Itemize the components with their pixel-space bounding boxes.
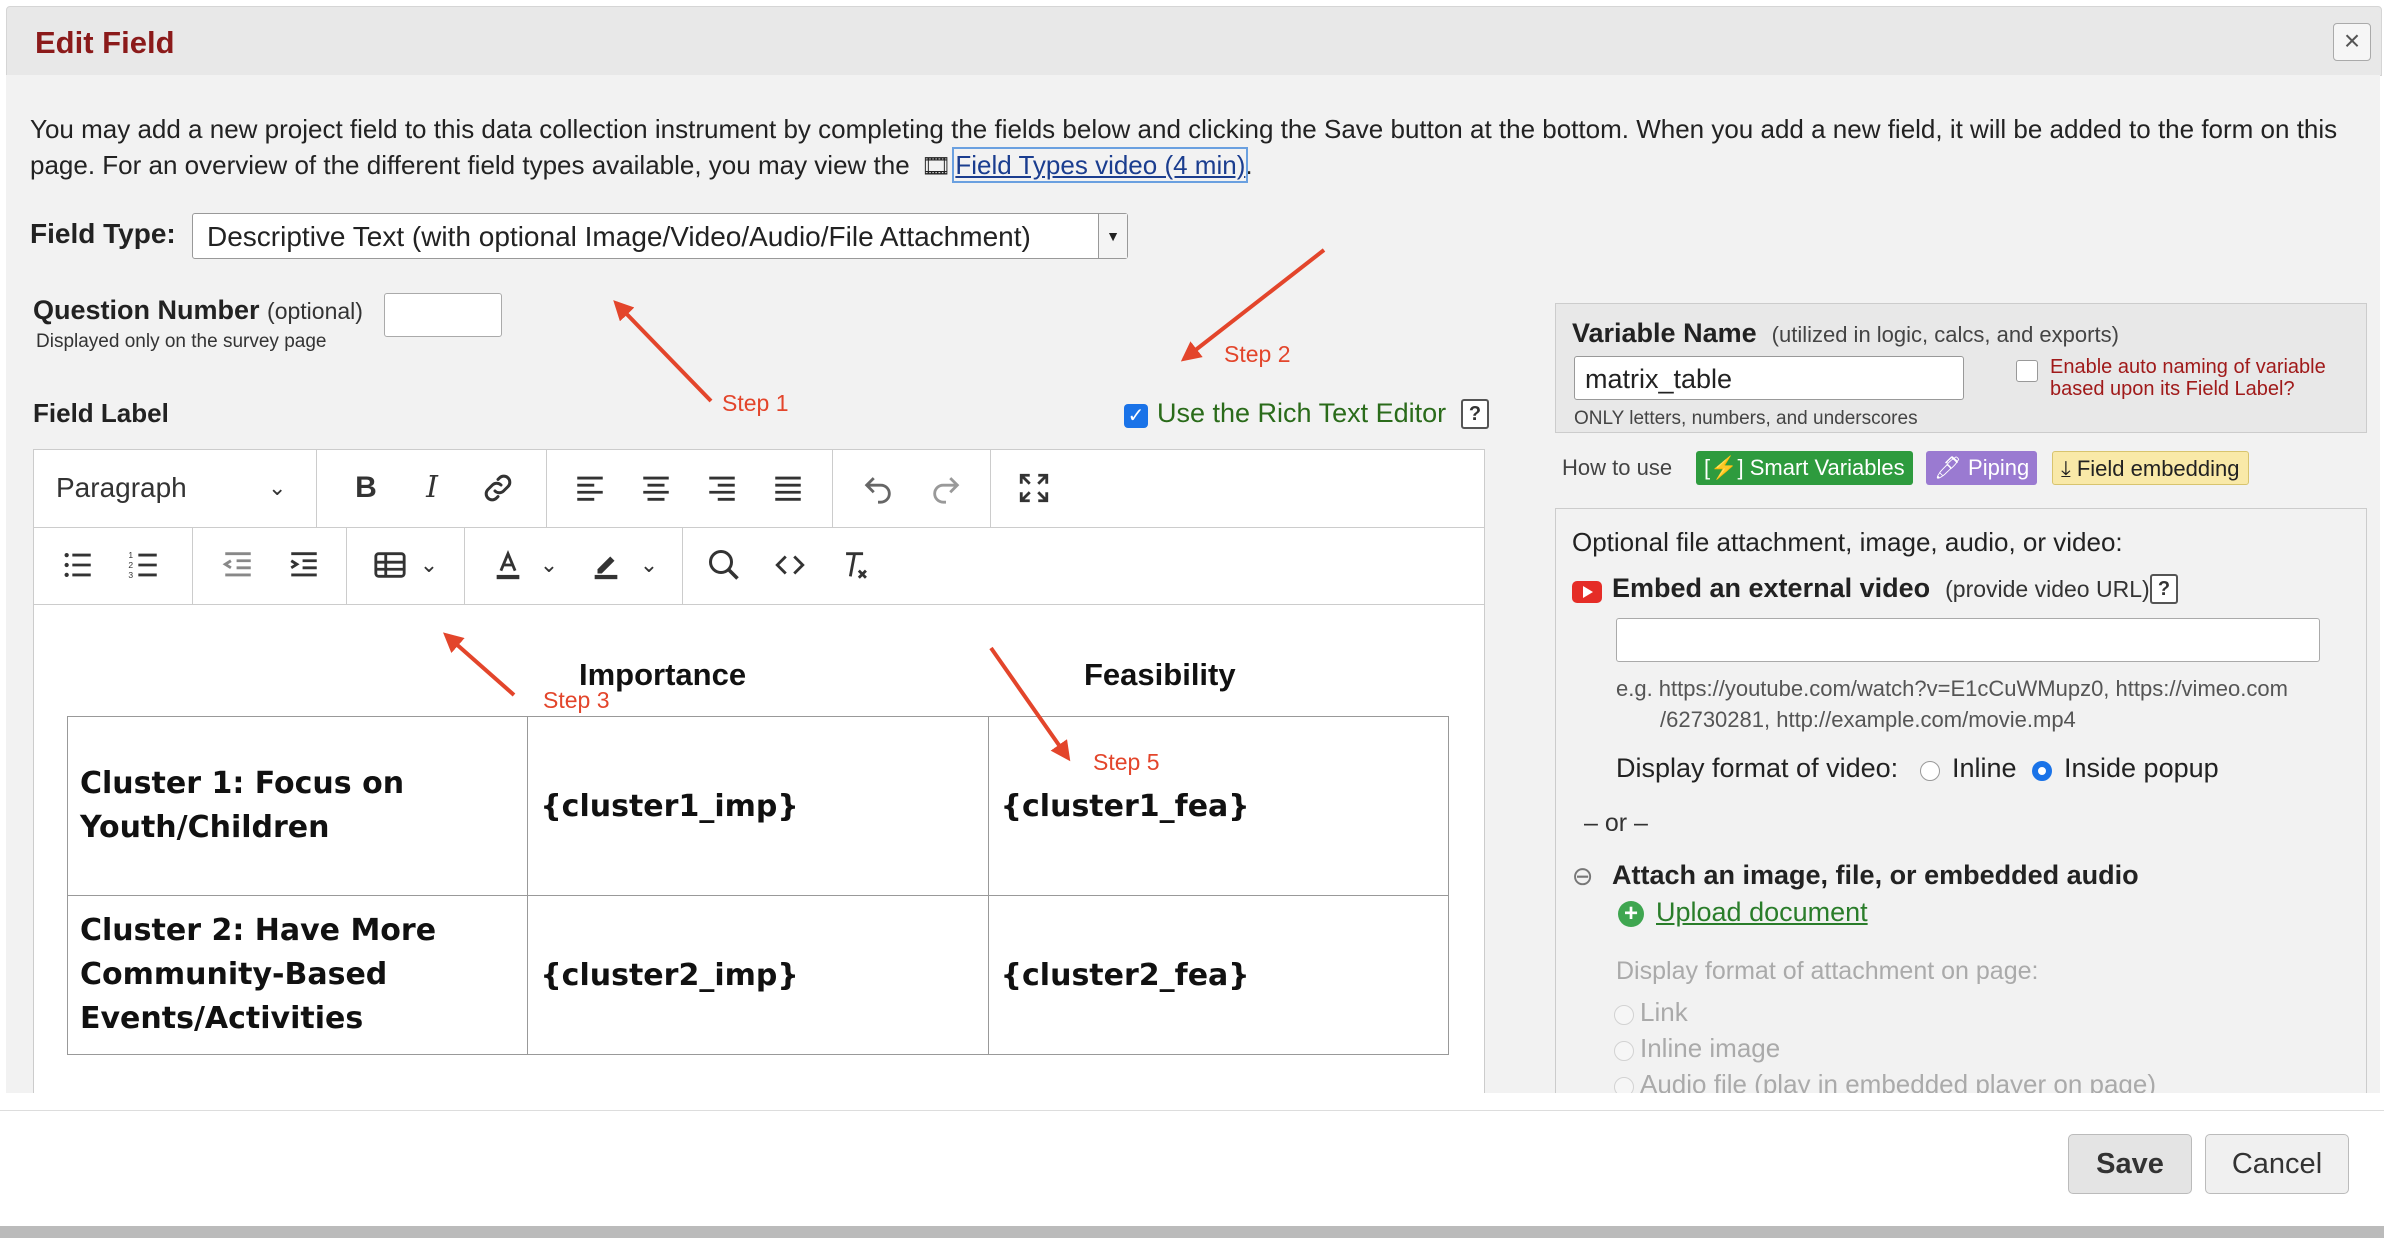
- close-button[interactable]: ×: [2333, 23, 2371, 61]
- step2-label: Step 2: [1224, 341, 1291, 367]
- cancel-button[interactable]: Cancel: [2205, 1134, 2349, 1194]
- step3-arrow: [443, 632, 516, 697]
- step3-label: Step 3: [543, 687, 610, 713]
- step1-arrow: [613, 300, 713, 403]
- step5-arrow: [989, 646, 1071, 762]
- footer-divider: [0, 1110, 2384, 1111]
- dialog-title: Edit Field: [35, 25, 175, 60]
- annotation-arrows: [443, 248, 1326, 762]
- dialog-titlebar: Edit Field ×: [6, 6, 2382, 76]
- edit-field-dialog: Edit Field × You may add a new project f…: [0, 0, 2384, 1238]
- save-button[interactable]: Save: [2068, 1134, 2192, 1194]
- dialog-content: You may add a new project field to this …: [6, 75, 2380, 1093]
- step1-label: Step 1: [722, 390, 789, 416]
- page-behind-strip: [0, 1226, 2384, 1238]
- step5-label: Step 5: [1093, 749, 1160, 775]
